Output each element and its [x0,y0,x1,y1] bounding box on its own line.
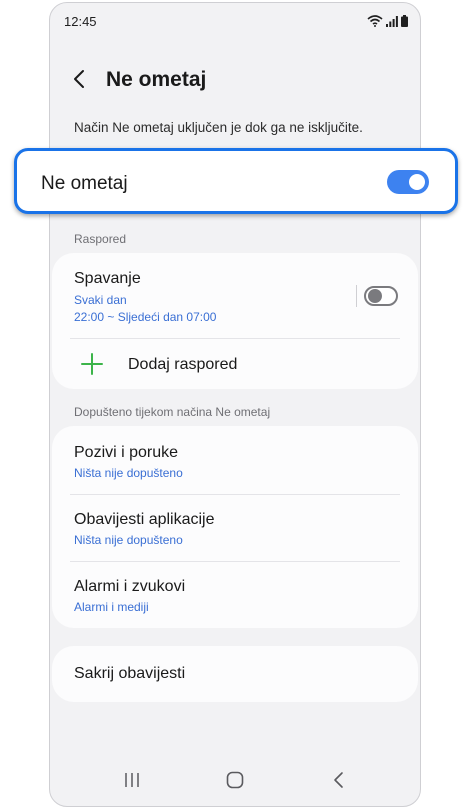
status-icons [367,13,408,27]
list-item-title: Alarmi i zvukovi [74,578,186,595]
list-item-subtitle: Ništa nije dopušteno [74,533,183,547]
schedule-item-sleep[interactable]: Spavanje Svaki dan 22:00 ~ Sljedeći dan … [52,253,352,337]
schedule-item-days: Svaki dan [74,293,127,307]
list-item-title: Pozivi i poruke [74,444,179,461]
hide-notifications-item[interactable]: Sakrij obavijesti [52,646,418,702]
list-item-title: Obavijesti aplikacije [74,511,215,528]
schedule-item-time: 22:00 ~ Sljedeći dan 07:00 [74,310,217,324]
header: Ne ometaj [50,59,420,99]
master-toggle-switch[interactable] [387,170,429,194]
alarms-sounds-item[interactable]: Alarmi i zvukovi Alarmi i mediji [52,562,418,628]
vertical-separator [356,285,357,307]
hide-notifications-label: Sakrij obavijesti [74,665,186,682]
add-schedule-label: Dodaj raspored [128,356,238,373]
master-toggle-label: Ne ometaj [41,173,128,194]
toggle-knob [409,174,425,190]
schedule-item-title: Spavanje [74,270,141,287]
toggle-knob [368,289,382,303]
list-item-subtitle: Ništa nije dopušteno [74,466,183,480]
status-time: 12:45 [64,14,97,29]
allowed-section-label: Dopušteno tijekom načina Ne ometaj [74,405,271,419]
page-title: Ne ometaj [106,68,207,91]
signal-icon [386,16,398,27]
do-not-disturb-master-toggle[interactable]: Ne ometaj [14,148,458,214]
battery-icon [401,15,408,27]
list-item-subtitle: Alarmi i mediji [74,600,149,614]
phone-screen: 12:45 Ne ometaj Način Ne ometaj uključen… [49,2,421,807]
plus-icon [81,353,103,375]
navigation-bar [50,758,420,806]
schedule-card: Spavanje Svaki dan 22:00 ~ Sljedeći dan … [52,253,418,389]
description-text: Način Ne ometaj uključen je dok ga ne is… [74,120,363,135]
sleep-schedule-toggle[interactable] [364,286,398,306]
schedule-section-label: Raspored [74,232,127,246]
add-schedule-button[interactable]: Dodaj raspored [52,339,418,389]
chevron-left-icon[interactable] [68,67,92,91]
calls-messages-item[interactable]: Pozivi i poruke Ništa nije dopušteno [52,426,418,493]
status-bar: 12:45 [50,3,420,39]
wifi-icon [367,15,383,27]
app-notifications-item[interactable]: Obavijesti aplikacije Ništa nije dopušte… [52,495,418,561]
home-icon[interactable] [226,771,244,789]
back-icon[interactable] [332,771,346,789]
recents-icon[interactable] [122,772,142,788]
allowed-card: Pozivi i poruke Ništa nije dopušteno Oba… [52,426,418,628]
